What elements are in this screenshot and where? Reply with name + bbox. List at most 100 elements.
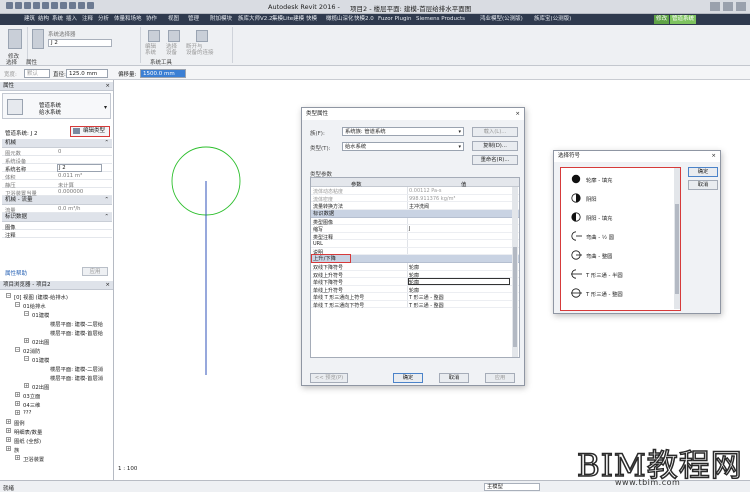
close-icon[interactable]: × bbox=[711, 151, 716, 162]
scrollbar-thumb[interactable] bbox=[675, 204, 679, 294]
ribbon-tab[interactable]: 鸿业模型(公测版) bbox=[478, 15, 525, 24]
type-selector[interactable]: 管道系统 给水系统 ▾ bbox=[2, 93, 111, 119]
tree-item[interactable]: 楼层平面: 建模-二层给 bbox=[2, 319, 112, 328]
tree-item[interactable]: 楼层平面: 建模-首层消 bbox=[2, 373, 112, 382]
properties-help-link[interactable]: 属性帮助 bbox=[5, 269, 27, 277]
offset-field[interactable]: 1500.0 mm bbox=[140, 69, 186, 78]
ribbon-tab[interactable]: 橄榄山深化 bbox=[324, 15, 356, 24]
close-icon[interactable]: × bbox=[105, 82, 110, 91]
selected-value-box[interactable] bbox=[408, 278, 510, 285]
property-row[interactable]: 系统设备 bbox=[2, 156, 112, 165]
tree-item[interactable]: −01建模 bbox=[2, 310, 112, 319]
diameter-field[interactable]: 125.0 mm bbox=[66, 69, 108, 78]
load-button[interactable]: 载入(L)... bbox=[472, 127, 518, 137]
ribbon-tab[interactable]: 快模 bbox=[304, 15, 319, 24]
symbol-list-scrollbar[interactable] bbox=[674, 168, 680, 309]
ribbon-tab[interactable]: 管道系统 bbox=[670, 15, 697, 24]
edit-type-button[interactable]: 编辑类型 bbox=[70, 126, 110, 137]
expand-toggle-icon[interactable]: + bbox=[24, 383, 29, 388]
tree-item[interactable]: −02消防 bbox=[2, 346, 112, 355]
type-param-row[interactable]: 单线下降符号 轮廓 bbox=[311, 278, 519, 286]
property-row[interactable]: 图像 bbox=[2, 222, 112, 231]
ribbon-tab[interactable]: 快模2.0 bbox=[352, 15, 376, 24]
type-param-row[interactable]: 双线上升符号 轮廓 bbox=[311, 270, 519, 279]
duplicate-button[interactable]: 复制(D)... bbox=[472, 141, 518, 151]
tree-item[interactable]: + 族 bbox=[2, 445, 112, 454]
property-row[interactable]: 卫浴装置当量 0.000000 bbox=[2, 188, 112, 197]
type-param-row[interactable]: 缩写 J bbox=[311, 225, 519, 233]
type-param-row[interactable]: 类型注释 bbox=[311, 232, 519, 241]
chevron-down-icon[interactable]: ▾ bbox=[104, 104, 107, 111]
apply-button[interactable]: 应用 bbox=[485, 373, 515, 383]
minimize-icon[interactable] bbox=[710, 2, 720, 11]
group-mechanical-flow[interactable]: 机械 - 流量 ⌃ bbox=[2, 196, 112, 205]
apply-button[interactable]: 应用 bbox=[82, 267, 108, 276]
collapse-icon[interactable]: ⌃ bbox=[104, 196, 109, 205]
expand-toggle-icon[interactable]: + bbox=[6, 419, 11, 424]
type-param-row[interactable]: 单线 T 形三通向下符号 T 形三通 - 整圆 bbox=[311, 300, 519, 309]
property-row[interactable]: 图元数 0 bbox=[2, 148, 112, 157]
table-scrollbar[interactable] bbox=[512, 187, 518, 357]
tree-item[interactable]: 楼层平面: 建模-二层消 bbox=[2, 364, 112, 373]
disconnect-device-icon[interactable] bbox=[196, 30, 208, 42]
tree-item[interactable]: + 图纸 (全部) bbox=[2, 436, 112, 445]
tree-item[interactable]: +03立面 bbox=[2, 391, 112, 400]
expand-toggle-icon[interactable]: − bbox=[6, 293, 11, 298]
expand-toggle-icon[interactable]: + bbox=[15, 392, 20, 397]
select-device-icon[interactable] bbox=[168, 30, 180, 42]
symbol-list[interactable]: 轮廓 - 填充 阴阳 阴阳 - 填充 弯曲 - ½ 圆弯曲 - 整圆 T 形三通 - 半… bbox=[560, 167, 681, 311]
ribbon-tab[interactable]: 族库大师V2.2 bbox=[236, 15, 275, 24]
group-identity-data[interactable]: 标识数据⌃ bbox=[311, 209, 519, 218]
close-icon[interactable]: × bbox=[105, 281, 110, 290]
ribbon-tab[interactable]: 注释 bbox=[80, 15, 95, 24]
ribbon-tab[interactable]: 结构 bbox=[36, 15, 51, 24]
tree-item[interactable]: − [0] 视图 (建模-给排水) bbox=[2, 292, 112, 301]
collapse-icon[interactable]: ⌃ bbox=[104, 139, 109, 148]
scrollbar-thumb[interactable] bbox=[513, 247, 517, 347]
window-controls[interactable] bbox=[707, 2, 746, 13]
cancel-button[interactable]: 取消 bbox=[439, 373, 469, 383]
tree-item[interactable]: + 图例 bbox=[2, 418, 112, 427]
edit-system-icon[interactable] bbox=[148, 30, 160, 42]
ribbon-tab[interactable]: 体量和场地 bbox=[112, 15, 144, 24]
quick-access-toolbar[interactable] bbox=[6, 2, 126, 12]
ribbon-tab[interactable]: 分析 bbox=[96, 15, 111, 24]
ribbon-tab[interactable]: 建筑 bbox=[22, 15, 37, 24]
close-icon[interactable]: × bbox=[515, 108, 520, 120]
tree-item[interactable]: 楼层平面: 建模-首层给 bbox=[2, 328, 112, 337]
type-param-row[interactable]: 类型图像 bbox=[311, 217, 519, 226]
tree-item[interactable]: −01建模 bbox=[2, 355, 112, 364]
close-window-icon[interactable] bbox=[736, 2, 746, 11]
expand-toggle-icon[interactable]: + bbox=[6, 437, 11, 442]
ribbon-tab[interactable]: 系统 bbox=[50, 15, 65, 24]
expand-toggle-icon[interactable]: − bbox=[15, 302, 20, 307]
ribbon-tab[interactable]: 插入 bbox=[64, 15, 79, 24]
expand-toggle-icon[interactable]: + bbox=[15, 410, 20, 415]
family-dropdown[interactable]: 系统族: 管道系统 ▾ bbox=[342, 127, 464, 136]
scale-label[interactable]: 1 : 100 bbox=[118, 466, 137, 472]
ribbon-tab[interactable]: 管理 bbox=[186, 15, 201, 24]
cancel-button[interactable]: 取消 bbox=[688, 180, 718, 190]
expand-toggle-icon[interactable]: − bbox=[24, 356, 29, 361]
modify-arrow-icon[interactable] bbox=[8, 29, 22, 49]
rename-button[interactable]: 重命名(R)... bbox=[472, 155, 518, 165]
property-row[interactable]: 静压 未计算 bbox=[2, 180, 112, 189]
property-row[interactable]: 流量 0.0 m³/h bbox=[2, 205, 112, 214]
tree-item[interactable]: + 卫浴装置 bbox=[2, 454, 112, 463]
type-param-row[interactable]: 流体动态粘度 0.00112 Pa-s bbox=[311, 187, 519, 195]
expand-toggle-icon[interactable]: + bbox=[6, 446, 11, 451]
property-row[interactable]: 体积 0.011 m³ bbox=[2, 172, 112, 181]
tree-item[interactable]: +??? bbox=[2, 409, 112, 418]
expand-toggle-icon[interactable]: + bbox=[15, 401, 20, 406]
expand-toggle-icon[interactable]: + bbox=[15, 455, 20, 460]
type-param-row[interactable]: 流量转换方法 主冲洗阀 bbox=[311, 202, 519, 210]
system-name-field[interactable]: J 2 bbox=[57, 164, 102, 172]
ribbon-tab[interactable]: 集模Lite建模 bbox=[270, 15, 306, 24]
tree-item[interactable]: +02出图 bbox=[2, 337, 112, 346]
collapse-icon[interactable]: ⌃ bbox=[104, 213, 109, 222]
group-mechanical[interactable]: 机械 ⌃ bbox=[2, 139, 112, 148]
width-field[interactable]: 默认 bbox=[24, 69, 50, 78]
type-param-row[interactable]: 流体密度 998.911376 kg/m³ bbox=[311, 194, 519, 203]
tree-item[interactable]: +02出图 bbox=[2, 382, 112, 391]
expand-toggle-icon[interactable]: − bbox=[24, 311, 29, 316]
